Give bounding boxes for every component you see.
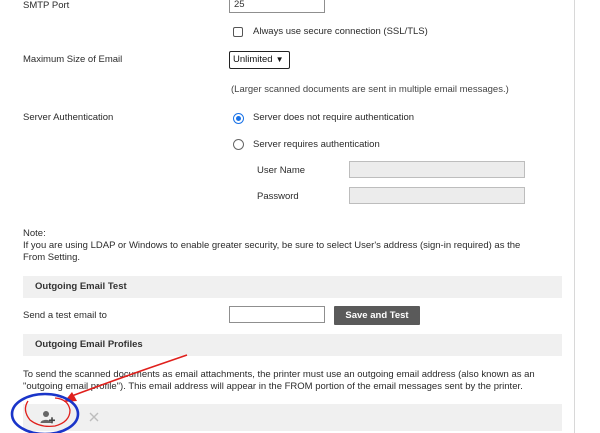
max-size-select[interactable]: Unlimited ▼ [229, 51, 290, 69]
save-and-test-button[interactable]: Save and Test [334, 306, 420, 325]
profiles-desc-line-1: To send the scanned documents as email a… [23, 369, 535, 380]
server-auth-label: Server Authentication [23, 112, 114, 123]
note-line-2: From Setting. [23, 252, 81, 263]
max-size-label: Maximum Size of Email [23, 54, 123, 65]
max-size-selected: Unlimited [233, 54, 273, 65]
smtp-port-input[interactable]: 25 [229, 0, 325, 13]
auth-none-radio[interactable] [233, 113, 244, 124]
note-line-1: If you are using LDAP or Windows to enab… [23, 240, 521, 251]
secure-connection-checkbox[interactable] [233, 27, 243, 37]
profiles-desc-line-2: "outgoing email profile"). This email ad… [23, 381, 523, 392]
test-email-input[interactable] [229, 306, 325, 323]
note-title: Note: [23, 228, 46, 239]
username-input[interactable] [349, 161, 525, 178]
send-test-label: Send a test email to [23, 310, 107, 321]
auth-required-radio[interactable] [233, 139, 244, 150]
password-input[interactable] [349, 187, 525, 204]
auth-required-label: Server requires authentication [253, 139, 380, 150]
outgoing-email-profiles-title: Outgoing Email Profiles [35, 339, 143, 350]
auth-none-label: Server does not require authentication [253, 112, 415, 123]
profiles-toolbar [23, 404, 562, 431]
username-label: User Name [257, 165, 306, 176]
scrollbar-divider [574, 0, 575, 433]
secure-connection-label: Always use secure connection (SSL/TLS) [253, 26, 428, 37]
outgoing-email-test-header: Outgoing Email Test [23, 276, 562, 298]
outgoing-email-test-title: Outgoing Email Test [35, 281, 127, 292]
add-user-icon[interactable] [38, 408, 56, 426]
annotation-red-arrow-head [64, 392, 77, 402]
close-icon[interactable] [88, 411, 100, 423]
email-settings-page: SMTP Port 25 Always use secure connectio… [0, 0, 600, 433]
password-label: Password [257, 191, 299, 202]
outgoing-email-profiles-header: Outgoing Email Profiles [23, 334, 562, 356]
smtp-port-label: SMTP Port [23, 0, 70, 11]
max-size-hint: (Larger scanned documents are sent in mu… [231, 84, 509, 95]
chevron-down-icon: ▼ [275, 55, 284, 64]
